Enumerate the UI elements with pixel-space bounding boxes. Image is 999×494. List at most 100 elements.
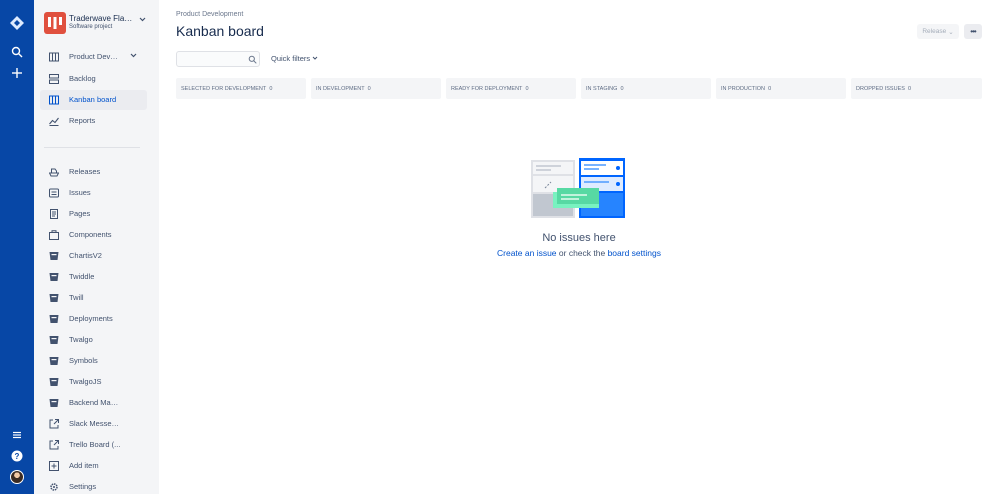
repo-icon — [49, 315, 59, 323]
create-issue-link[interactable]: Create an issue — [497, 248, 557, 258]
chevron-down-icon[interactable] — [139, 16, 146, 25]
sidebar-item-label: Slack Messen... — [69, 419, 121, 428]
column-header: IN PRODUCTION 0 — [721, 86, 771, 92]
board-search — [176, 51, 260, 67]
sidebar-item-label: Releases — [69, 167, 101, 176]
sidebar-item-backlog[interactable]: Backlog — [40, 69, 147, 89]
column-dropped-issues[interactable]: DROPPED ISSUES 0 — [851, 78, 982, 99]
column-in-staging[interactable]: IN STAGING 0 — [581, 78, 711, 99]
chevron-down-icon — [130, 52, 137, 62]
sidebar-item-settings[interactable]: Settings — [40, 477, 147, 494]
column-title: IN STAGING — [586, 86, 618, 92]
menu-icon[interactable] — [0, 424, 34, 446]
empty-state-title: No issues here — [542, 232, 616, 244]
kanban-icon — [49, 95, 59, 105]
column-count: 0 — [907, 86, 912, 92]
ship-icon — [49, 168, 59, 177]
chevron-down-icon — [312, 56, 318, 60]
sidebar-item-kanban-board[interactable]: Kanban board — [40, 90, 147, 110]
project-sidebar: Traderwave Flags... Software project Pro… — [34, 0, 159, 494]
release-button-label: Release — [922, 28, 947, 35]
column-title: READY FOR DEPLOYMENT — [451, 86, 523, 92]
sidebar-item-backend-manager[interactable]: Backend Man... — [40, 393, 147, 413]
quick-filters-label: Quick filters — [271, 54, 311, 63]
sidebar-item-twalgo[interactable]: Twalgo — [40, 330, 147, 350]
more-actions-button[interactable]: ••• — [964, 24, 982, 39]
chevron-down-icon: ⌄ — [948, 28, 954, 36]
column-count: 0 — [620, 86, 624, 92]
repo-icon — [49, 252, 59, 260]
sidebar-item-label: Trello Board (... — [69, 440, 121, 449]
sidebar-item-reports[interactable]: Reports — [40, 111, 147, 131]
sidebar-item-releases[interactable]: Releases — [40, 162, 147, 182]
help-icon[interactable]: ? — [0, 445, 34, 467]
reports-icon — [49, 117, 59, 126]
column-in-production[interactable]: IN PRODUCTION 0 — [716, 78, 846, 99]
project-header[interactable]: Traderwave Flags... Software project — [44, 12, 154, 34]
release-button[interactable]: Release ⌄ — [917, 24, 959, 39]
repo-icon — [49, 357, 59, 365]
sidebar-item-board-switcher[interactable]: Product Devel... — [40, 47, 147, 67]
more-icon: ••• — [970, 27, 976, 36]
external-link-icon — [49, 440, 59, 450]
issues-icon — [49, 188, 59, 198]
column-title: SELECTED FOR DEVELOPMENT — [181, 86, 267, 92]
sidebar-item-label: TwalgoJS — [69, 377, 102, 386]
sidebar-item-add-item[interactable]: Add item — [40, 456, 147, 476]
column-in-development[interactable]: IN DEVELOPMENT 0 — [311, 78, 441, 99]
column-count: 0 — [269, 86, 273, 92]
backlog-icon — [49, 74, 59, 84]
sidebar-item-label: Product Devel... — [69, 52, 121, 61]
create-plus-icon[interactable] — [0, 62, 34, 84]
repo-icon — [49, 294, 59, 302]
column-title: IN PRODUCTION — [721, 86, 765, 92]
add-icon — [49, 461, 59, 471]
settings-icon — [50, 483, 58, 491]
empty-state-text: or check the — [556, 248, 608, 258]
sidebar-item-label: Reports — [69, 116, 96, 125]
main-content: Product Development Kanban board Release… — [159, 0, 999, 494]
sidebar-item-twill[interactable]: Twill — [40, 288, 147, 308]
column-count: 0 — [525, 86, 529, 92]
sidebar-item-deployments[interactable]: Deployments — [40, 309, 147, 329]
column-count: 0 — [367, 86, 371, 92]
sidebar-item-twalgojs[interactable]: TwalgoJS — [40, 372, 147, 392]
svg-text:?: ? — [15, 452, 20, 461]
column-selected-for-development[interactable]: SELECTED FOR DEVELOPMENT 0 — [176, 78, 306, 99]
sidebar-item-label: Backlog — [69, 74, 96, 83]
user-avatar[interactable] — [10, 470, 24, 484]
breadcrumb[interactable]: Product Development — [176, 11, 243, 18]
column-header: IN DEVELOPMENT 0 — [316, 86, 371, 92]
sidebar-item-slack-messenger[interactable]: Slack Messen... — [40, 414, 147, 434]
quick-filters-dropdown[interactable]: Quick filters — [271, 54, 318, 63]
sidebar-item-twiddle[interactable]: Twiddle — [40, 267, 147, 287]
sidebar-item-chartisv2[interactable]: ChartisV2 — [40, 246, 147, 266]
sidebar-item-symbols[interactable]: Symbols — [40, 351, 147, 371]
column-header: READY FOR DEPLOYMENT 0 — [451, 86, 529, 92]
sidebar-item-components[interactable]: Components — [40, 225, 147, 245]
search-icon — [248, 55, 257, 64]
sidebar-item-trello-board[interactable]: Trello Board (... — [40, 435, 147, 455]
search-input[interactable] — [180, 53, 246, 65]
column-title: DROPPED ISSUES — [856, 86, 905, 92]
sidebar-item-issues[interactable]: Issues — [40, 183, 147, 203]
repo-icon — [49, 336, 59, 344]
sidebar-item-label: ChartisV2 — [69, 251, 102, 260]
column-ready-for-deployment[interactable]: READY FOR DEPLOYMENT 0 — [446, 78, 576, 99]
sidebar-item-label: Deployments — [69, 314, 113, 323]
empty-state-subtitle: Create an issue or check the board setti… — [159, 248, 999, 258]
board-settings-link[interactable]: board settings — [608, 248, 661, 258]
search-icon[interactable] — [0, 41, 34, 63]
repo-icon — [49, 399, 59, 407]
external-link-icon — [49, 419, 59, 429]
sidebar-item-pages[interactable]: Pages — [40, 204, 147, 224]
sidebar-item-label: Backend Man... — [69, 398, 121, 407]
column-header: IN STAGING 0 — [586, 86, 624, 92]
column-header: SELECTED FOR DEVELOPMENT 0 — [181, 86, 272, 92]
sidebar-item-label: Settings — [69, 482, 97, 491]
repo-icon — [49, 378, 59, 386]
column-count: 0 — [768, 86, 772, 92]
component-icon — [49, 230, 59, 240]
sidebar-item-label: Kanban board — [69, 95, 117, 104]
jira-logo-icon[interactable] — [0, 12, 34, 34]
